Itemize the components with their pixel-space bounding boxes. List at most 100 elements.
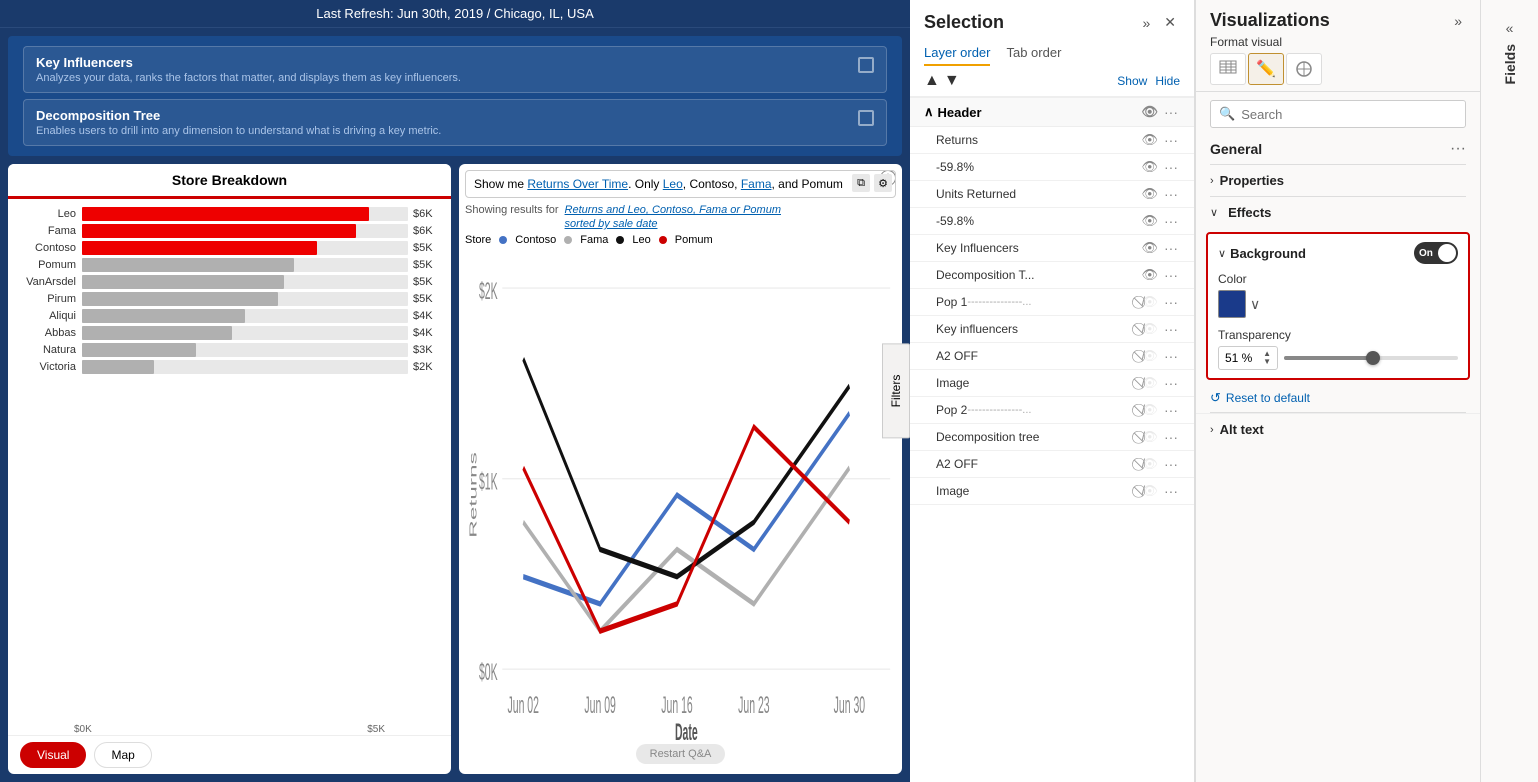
transparency-slider[interactable] — [1284, 356, 1458, 360]
bar-value: $5K — [413, 259, 443, 271]
qa-leo-link[interactable]: Leo — [663, 177, 683, 191]
map-tab[interactable]: Map — [94, 742, 151, 768]
search-input[interactable] — [1241, 107, 1457, 122]
sel-item-icons: 👁⃠ ··· — [1141, 321, 1180, 337]
arrows-row: ▲ ▼ Show Hide — [910, 66, 1194, 97]
item-dots-btn[interactable]: ··· — [1162, 159, 1180, 175]
visibility-icon[interactable]: 👁⃠ — [1141, 456, 1158, 472]
selection-panel: Selection » ✕ Layer order Tab order ▲ ▼ … — [910, 0, 1195, 782]
item-dots-btn[interactable]: ··· — [1162, 456, 1180, 472]
move-up-btn[interactable]: ▲ — [924, 72, 940, 90]
visibility-icon[interactable]: 👁 — [1141, 240, 1158, 256]
list-item[interactable]: Image 👁⃠ ··· — [910, 370, 1194, 397]
visibility-icon[interactable]: 👁 — [1141, 159, 1158, 175]
selection-header: Selection » ✕ — [910, 0, 1194, 33]
visibility-icon[interactable]: 👁⃠ — [1141, 402, 1158, 418]
layer-order-tab[interactable]: Layer order — [924, 41, 990, 66]
visibility-icon[interactable]: 👁 — [1141, 213, 1158, 229]
item-dots-btn[interactable]: ··· — [1162, 348, 1180, 364]
visibility-icon[interactable]: 👁⃠ — [1141, 429, 1158, 445]
color-swatch[interactable] — [1218, 290, 1246, 318]
list-item[interactable]: A2 OFF 👁⃠ ··· — [910, 451, 1194, 478]
hide-btn[interactable]: Hide — [1155, 74, 1180, 88]
visibility-icon[interactable]: 👁⃠ — [1141, 294, 1158, 310]
item-dots-btn[interactable]: ··· — [1162, 429, 1180, 445]
expand-viz-btn[interactable]: » — [1450, 11, 1466, 31]
item-dots-btn[interactable]: ··· — [1162, 186, 1180, 202]
list-item[interactable]: Key influencers 👁⃠ ··· — [910, 316, 1194, 343]
filters-sidebar-container: Filters — [882, 344, 910, 439]
pct-stepper[interactable]: ▲ ▼ — [1263, 350, 1271, 366]
color-chevron-icon[interactable]: ∨ — [1250, 296, 1260, 313]
tab-order-tab[interactable]: Tab order — [1006, 41, 1061, 66]
list-item[interactable]: Image 👁⃠ ··· — [910, 478, 1194, 505]
list-item[interactable]: Returns 👁 ··· — [910, 127, 1194, 154]
item-dots-btn[interactable]: ··· — [1162, 321, 1180, 337]
group-icons: 👁 ··· — [1141, 104, 1180, 120]
visibility-icon[interactable]: 👁⃠ — [1141, 321, 1158, 337]
reset-row[interactable]: ↺ Reset to default — [1196, 384, 1480, 412]
analytics-icon-btn[interactable] — [1286, 53, 1322, 85]
list-item[interactable]: -59.8% 👁 ··· — [910, 208, 1194, 235]
visual-tab[interactable]: Visual — [20, 742, 86, 768]
bar-track — [82, 241, 408, 255]
background-toggle[interactable]: On — [1414, 242, 1458, 264]
move-down-btn[interactable]: ▼ — [944, 72, 960, 90]
fields-label[interactable]: Fields — [1502, 44, 1518, 84]
item-dots-btn[interactable]: ··· — [1162, 402, 1180, 418]
show-btn[interactable]: Show — [1117, 74, 1147, 88]
restart-qa-btn[interactable]: Restart Q&A — [636, 744, 726, 764]
table-icon-btn[interactable] — [1210, 53, 1246, 85]
visibility-icon[interactable]: 👁 — [1141, 186, 1158, 202]
item-dots-btn[interactable]: ··· — [1162, 267, 1180, 283]
visibility-icon[interactable]: 👁⃠ — [1141, 375, 1158, 391]
filters-tab[interactable]: Filters — [882, 344, 910, 439]
search-icon: 🔍 — [1219, 106, 1235, 122]
transparency-input[interactable]: 51 % ▲ ▼ — [1218, 346, 1278, 370]
list-item[interactable]: Decomposition T... 👁 ··· — [910, 262, 1194, 289]
list-item[interactable]: Units Returned 👁 ··· — [910, 181, 1194, 208]
list-item[interactable]: A2 OFF 👁⃠ ··· — [910, 343, 1194, 370]
item-dots-btn[interactable]: ··· — [1162, 375, 1180, 391]
item-dots-btn[interactable]: ··· — [1162, 294, 1180, 310]
list-item[interactable]: Pop 2 ‑‑‑‑‑‑‑‑‑‑‑‑‑‑‑... 👁⃠ ··· — [910, 397, 1194, 424]
list-item[interactable]: Pop 1 ‑‑‑‑‑‑‑‑‑‑‑‑‑‑‑... 👁⃠ ··· — [910, 289, 1194, 316]
alt-text-row[interactable]: › Alt text — [1196, 413, 1480, 445]
item-dots-btn[interactable]: ··· — [1162, 213, 1180, 229]
item-dots-btn[interactable]: ··· — [1162, 132, 1180, 148]
bar-fill — [82, 360, 154, 374]
format-icon-btn[interactable]: ✏️ — [1248, 53, 1284, 85]
list-item[interactable]: -59.8% 👁 ··· — [910, 154, 1194, 181]
line-chart-svg: $2K $1K $0K — [465, 250, 896, 740]
qa-fama-link[interactable]: Fama — [741, 177, 772, 191]
qa-settings-icon[interactable]: ⚙ — [874, 174, 892, 192]
bar-label: Natura — [16, 344, 76, 356]
properties-row[interactable]: › Properties — [1196, 165, 1480, 196]
qa-copy-icon[interactable]: ⧉ — [852, 174, 870, 192]
list-item[interactable]: Key Influencers 👁 ··· — [910, 235, 1194, 262]
pct-down[interactable]: ▼ — [1263, 358, 1271, 366]
expand-selection-btn[interactable]: » — [1138, 13, 1154, 33]
alt-chevron-icon: › — [1210, 424, 1214, 436]
effects-expand-row[interactable]: ∨ Effects — [1196, 197, 1480, 228]
decomposition-tree-option[interactable]: Decomposition Tree Enables users to dril… — [23, 99, 887, 146]
visibility-icon[interactable]: 👁⃠ — [1141, 348, 1158, 364]
close-selection-btn[interactable]: ✕ — [1160, 12, 1180, 33]
key-influencers-option[interactable]: Key Influencers Analyzes your data, rank… — [23, 46, 887, 93]
header-vis-icon[interactable]: 👁 — [1141, 104, 1158, 120]
header-dots-btn[interactable]: ··· — [1162, 104, 1180, 120]
qa-returns-link[interactable]: Returns Over Time — [527, 177, 628, 191]
visibility-icon[interactable]: 👁 — [1141, 132, 1158, 148]
general-dots-btn[interactable]: ··· — [1450, 140, 1466, 158]
visibility-icon[interactable]: 👁 — [1141, 267, 1158, 283]
qa-sorted-link[interactable]: sorted by sale date — [565, 218, 658, 230]
list-item[interactable]: Decomposition tree 👁⃠ ··· — [910, 424, 1194, 451]
visibility-icon[interactable]: 👁⃠ — [1141, 483, 1158, 499]
fields-expand-btn[interactable]: « — [1506, 20, 1514, 36]
properties-chevron: › — [1210, 175, 1214, 187]
slider-knob[interactable] — [1366, 351, 1380, 365]
qa-showing-link[interactable]: Returns and Leo, Contoso, Fama or Pomum — [565, 204, 781, 216]
qa-input-box[interactable]: Show me Returns Over Time. Only Leo, Con… — [465, 170, 896, 198]
item-dots-btn[interactable]: ··· — [1162, 483, 1180, 499]
item-dots-btn[interactable]: ··· — [1162, 240, 1180, 256]
